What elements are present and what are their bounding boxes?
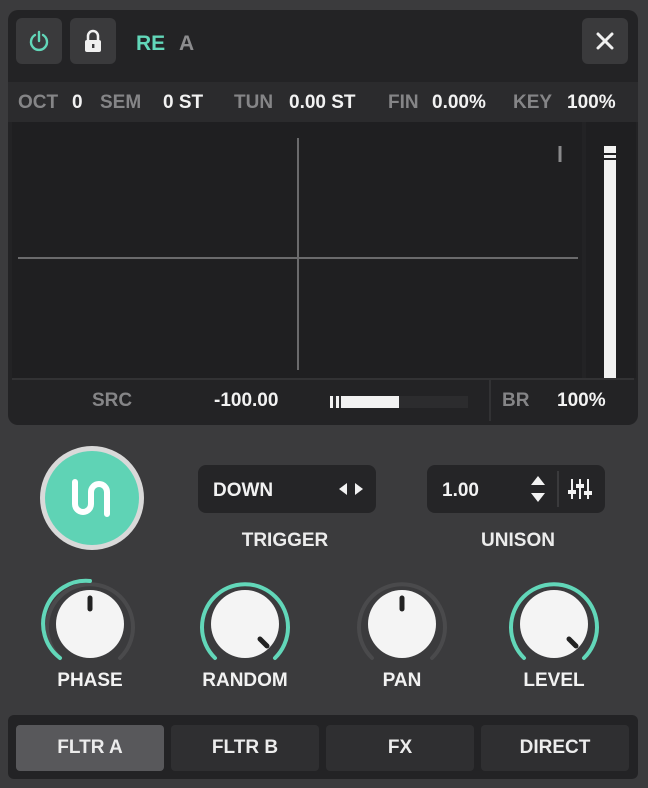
lock-icon (85, 29, 101, 52)
tab-fltr-a[interactable]: FLTR A (16, 725, 164, 771)
sem-label: SEM (100, 92, 142, 113)
unison-logo-icon (72, 479, 110, 517)
level-label: LEVEL (523, 670, 585, 691)
panel-title-secondary[interactable]: A (179, 32, 194, 56)
tab-direct[interactable]: DIRECT (481, 725, 629, 771)
src-value[interactable]: -100.00 (214, 390, 278, 412)
trigger-value: DOWN (213, 480, 274, 501)
left-right-arrows-icon (339, 483, 363, 495)
pan-label: PAN (382, 670, 422, 691)
br-value[interactable]: 100% (557, 390, 606, 412)
oct-label: OCT (18, 92, 59, 113)
fin-label: FIN (388, 92, 419, 113)
pan-knob[interactable] (352, 574, 452, 674)
scope-crosshair (18, 138, 578, 370)
level-knob[interactable] (504, 574, 604, 674)
unison-voices-field[interactable]: 1.00 (427, 465, 605, 513)
output-meter (586, 122, 636, 378)
tab-fx[interactable]: FX (326, 725, 474, 771)
unison-enable-button[interactable] (40, 446, 144, 550)
up-down-stepper-icon[interactable] (529, 473, 547, 505)
key-label: KEY (513, 92, 553, 113)
random-label: RANDOM (202, 670, 288, 691)
lock-button[interactable] (70, 18, 116, 64)
tuning-bar: OCT 0 SEM 0 ST TUN 0.00 ST FIN 0.00% KEY… (8, 82, 638, 122)
source-bar: SRC -100.00 BR 100% (12, 378, 634, 421)
unison-value: 1.00 (442, 480, 479, 501)
close-icon (596, 32, 614, 50)
close-button[interactable] (582, 18, 628, 64)
oscillator-panel: RE A OCT 0 SEM 0 ST TUN 0.00 ST FIN 0.00… (8, 10, 638, 425)
panel-title-primary[interactable]: RE (136, 32, 165, 56)
trigger-label: TRIGGER (241, 530, 329, 551)
br-label: BR (502, 390, 530, 411)
phase-knob[interactable] (40, 574, 140, 674)
sliders-icon[interactable] (567, 477, 593, 501)
waveform-display[interactable] (12, 122, 582, 378)
unison-label: UNISON (481, 530, 555, 551)
tun-value[interactable]: 0.00 ST (289, 92, 356, 114)
oct-value[interactable]: 0 (72, 92, 83, 114)
random-knob[interactable] (195, 574, 295, 674)
src-label: SRC (92, 390, 133, 411)
tab-fltr-b[interactable]: FLTR B (171, 725, 319, 771)
power-icon (29, 30, 49, 52)
src-slider[interactable] (330, 394, 468, 410)
section-tabs: FLTR A FLTR B FX DIRECT (8, 715, 638, 779)
tun-label: TUN (234, 92, 274, 113)
key-value[interactable]: 100% (567, 92, 616, 114)
power-button[interactable] (16, 18, 62, 64)
trigger-select[interactable]: DOWN (198, 465, 376, 513)
phase-label: PHASE (57, 670, 123, 691)
sem-value[interactable]: 0 ST (163, 92, 203, 114)
fin-value[interactable]: 0.00% (432, 92, 486, 114)
